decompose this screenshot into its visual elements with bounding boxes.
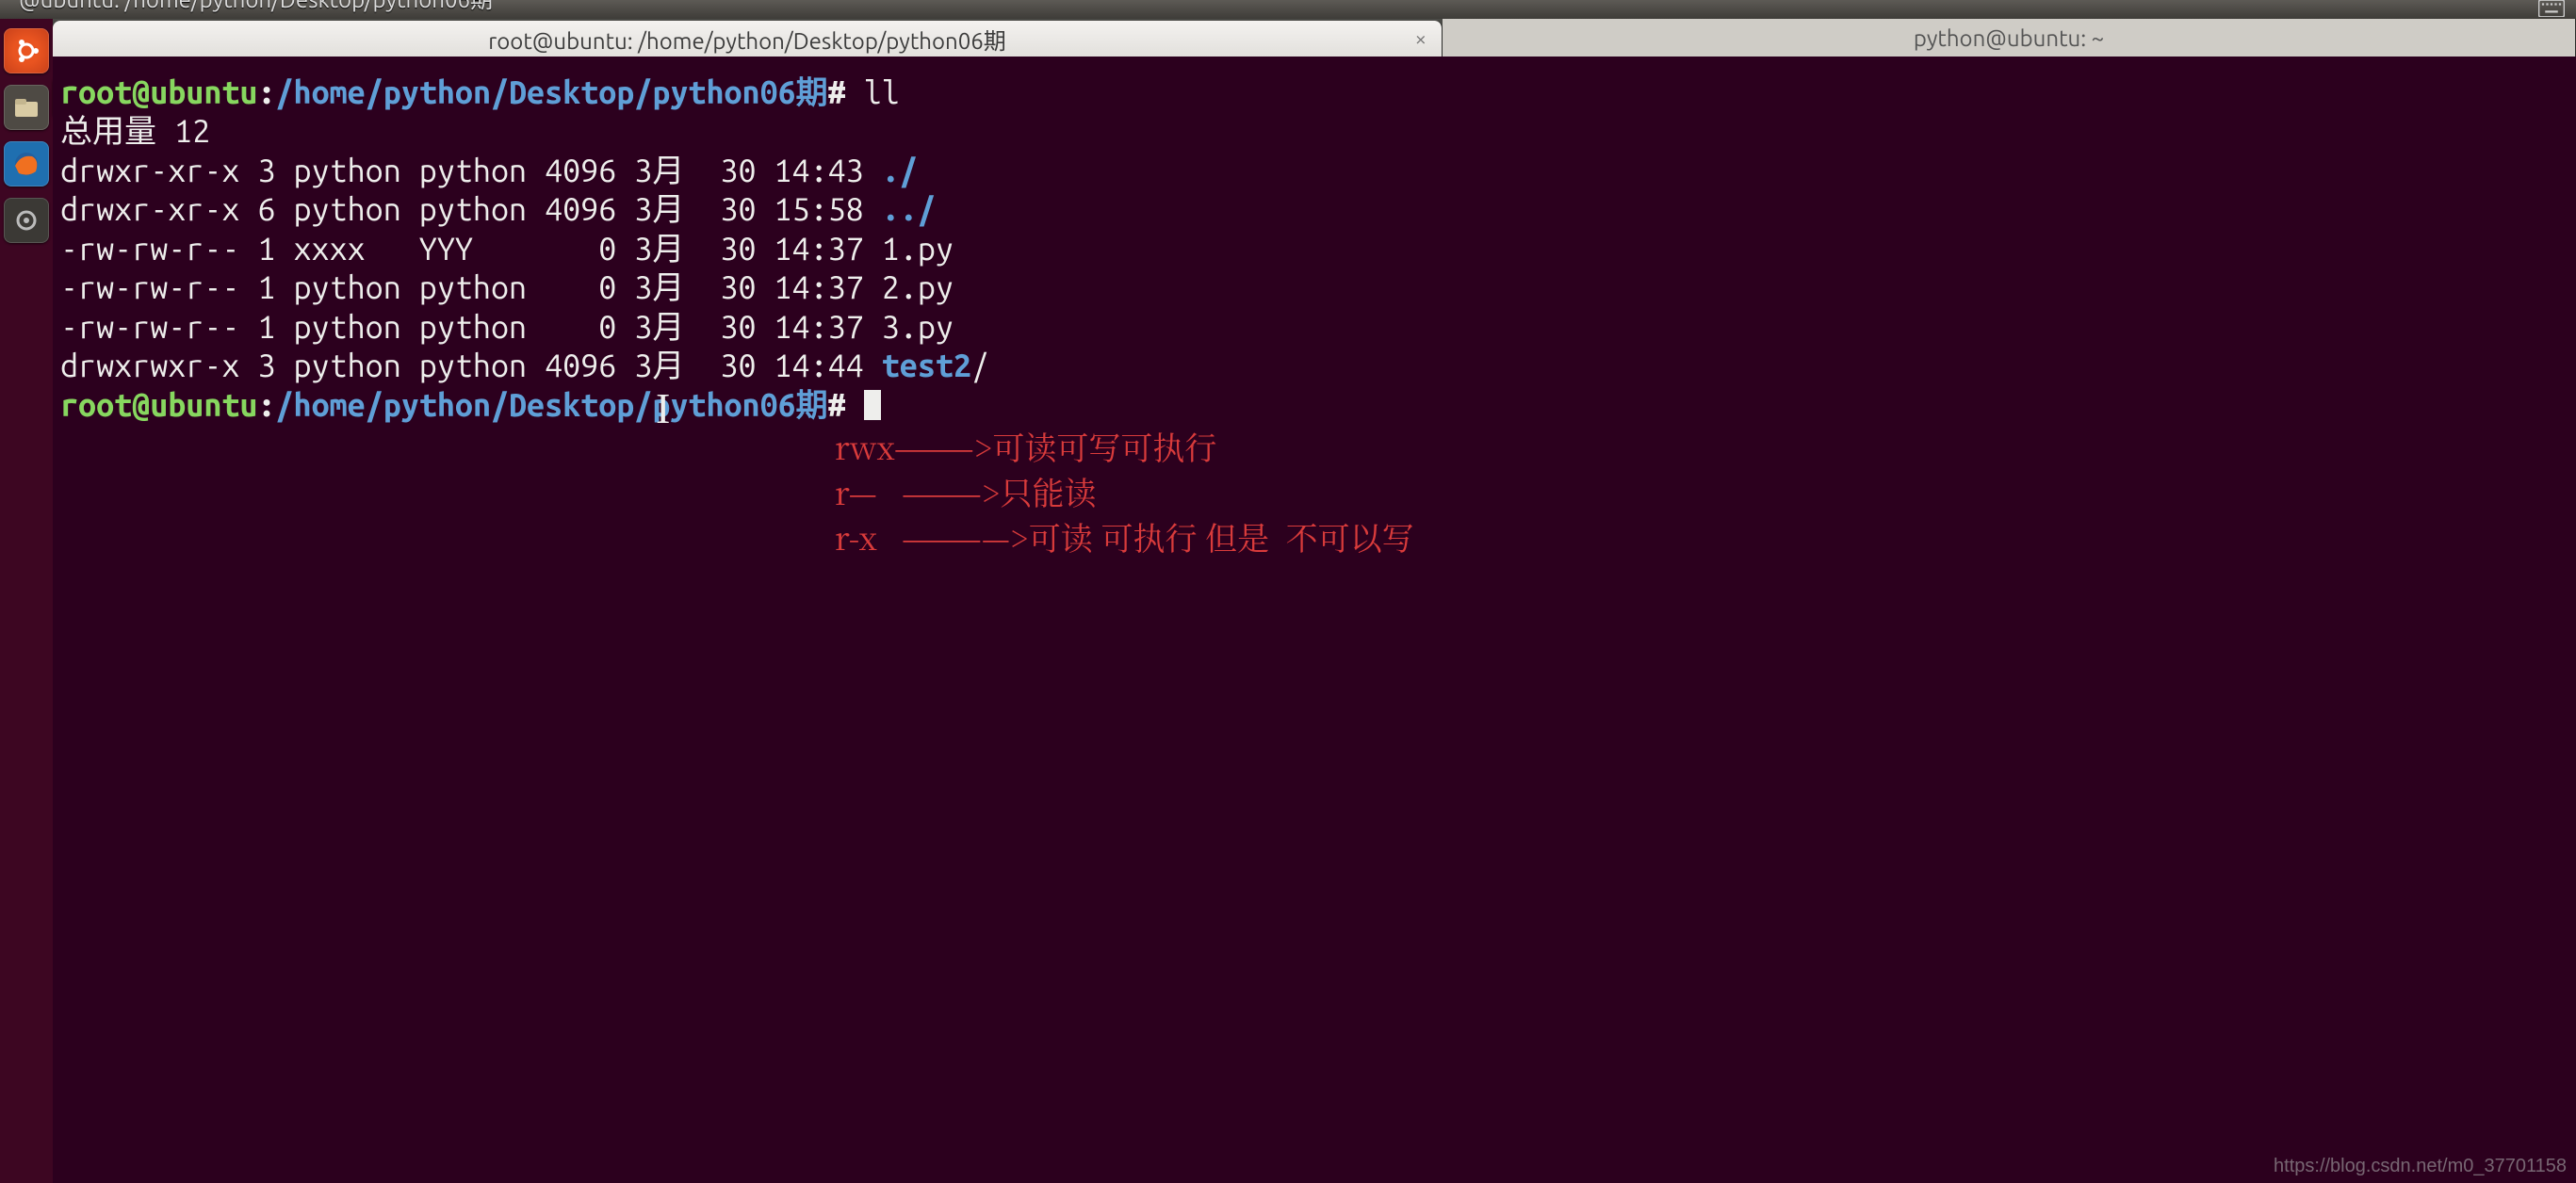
dir-name: ../ — [882, 191, 936, 227]
output-line: -rw-rw-r-- 1 xxxx YYY 0 3月 30 14:37 1.py — [60, 231, 954, 267]
tab-inactive[interactable]: python@ubuntu: ~ — [1443, 19, 2576, 57]
tab-active[interactable]: root@ubuntu: /home/python/Desktop/python… — [53, 21, 1443, 57]
command-text: ll — [846, 74, 900, 110]
launcher-firefox-icon[interactable] — [4, 141, 49, 186]
ibeam-cursor-icon: I — [656, 382, 670, 435]
output-line: drwxr-xr-x 3 python python 4096 3月 30 14… — [60, 153, 882, 188]
launcher-files-icon[interactable] — [4, 85, 49, 130]
prompt-hash: # — [828, 387, 864, 423]
dir-name: test2 — [882, 348, 971, 383]
text-cursor — [864, 390, 881, 420]
watermark-text: https://blog.csdn.net/m0_37701158 — [2274, 1156, 2567, 1177]
terminal-tab-bar: root@ubuntu: /home/python/Desktop/python… — [53, 19, 2576, 57]
launcher-settings-icon[interactable] — [4, 198, 49, 243]
unity-launcher: >_ — [0, 19, 53, 1183]
dir-name: ./ — [882, 153, 918, 188]
annotation-line: r-x ————>可读 可执行 但是 不可以写 — [835, 514, 1414, 559]
prompt-path: /home/python/Desktop/python06期 — [276, 74, 828, 110]
tab-inactive-label: python@ubuntu: ~ — [1914, 25, 2104, 51]
close-icon[interactable]: × — [1415, 27, 1427, 51]
annotation-line: rwx———>可读可写可执行 — [835, 424, 1216, 469]
prompt-path: /home/python/Desktop/python06期 — [276, 387, 828, 423]
prompt-colon: : — [257, 387, 275, 423]
tab-active-label: root@ubuntu: /home/python/Desktop/python… — [488, 23, 1006, 56]
keyboard-icon[interactable] — [2538, 0, 2565, 17]
terminal-body[interactable]: root@ubuntu:/home/python/Desktop/python0… — [53, 57, 2576, 1183]
output-line: -rw-rw-r-- 1 python python 0 3月 30 14:37… — [60, 309, 954, 345]
output-line: drwxrwxr-x 3 python python 4096 3月 30 14… — [60, 348, 882, 383]
output-line: -rw-rw-r-- 1 python python 0 3月 30 14:37… — [60, 269, 954, 305]
output-total: 总用量 12 — [60, 113, 210, 149]
launcher-dash-icon[interactable] — [4, 28, 49, 73]
window-title-text: @ubuntu: /home/python/Desktop/python06期 — [19, 0, 493, 8]
prompt-user: root@ubuntu — [60, 387, 257, 423]
window-title-bar: @ubuntu: /home/python/Desktop/python06期 — [0, 0, 2576, 19]
dir-slash: / — [971, 348, 989, 383]
annotation-line: r— ———>只能读 — [835, 469, 1097, 514]
prompt-user: root@ubuntu — [60, 74, 257, 110]
output-line: drwxr-xr-x 6 python python 4096 3月 30 15… — [60, 191, 882, 227]
prompt-colon: : — [257, 74, 275, 110]
prompt-hash: # — [828, 74, 846, 110]
